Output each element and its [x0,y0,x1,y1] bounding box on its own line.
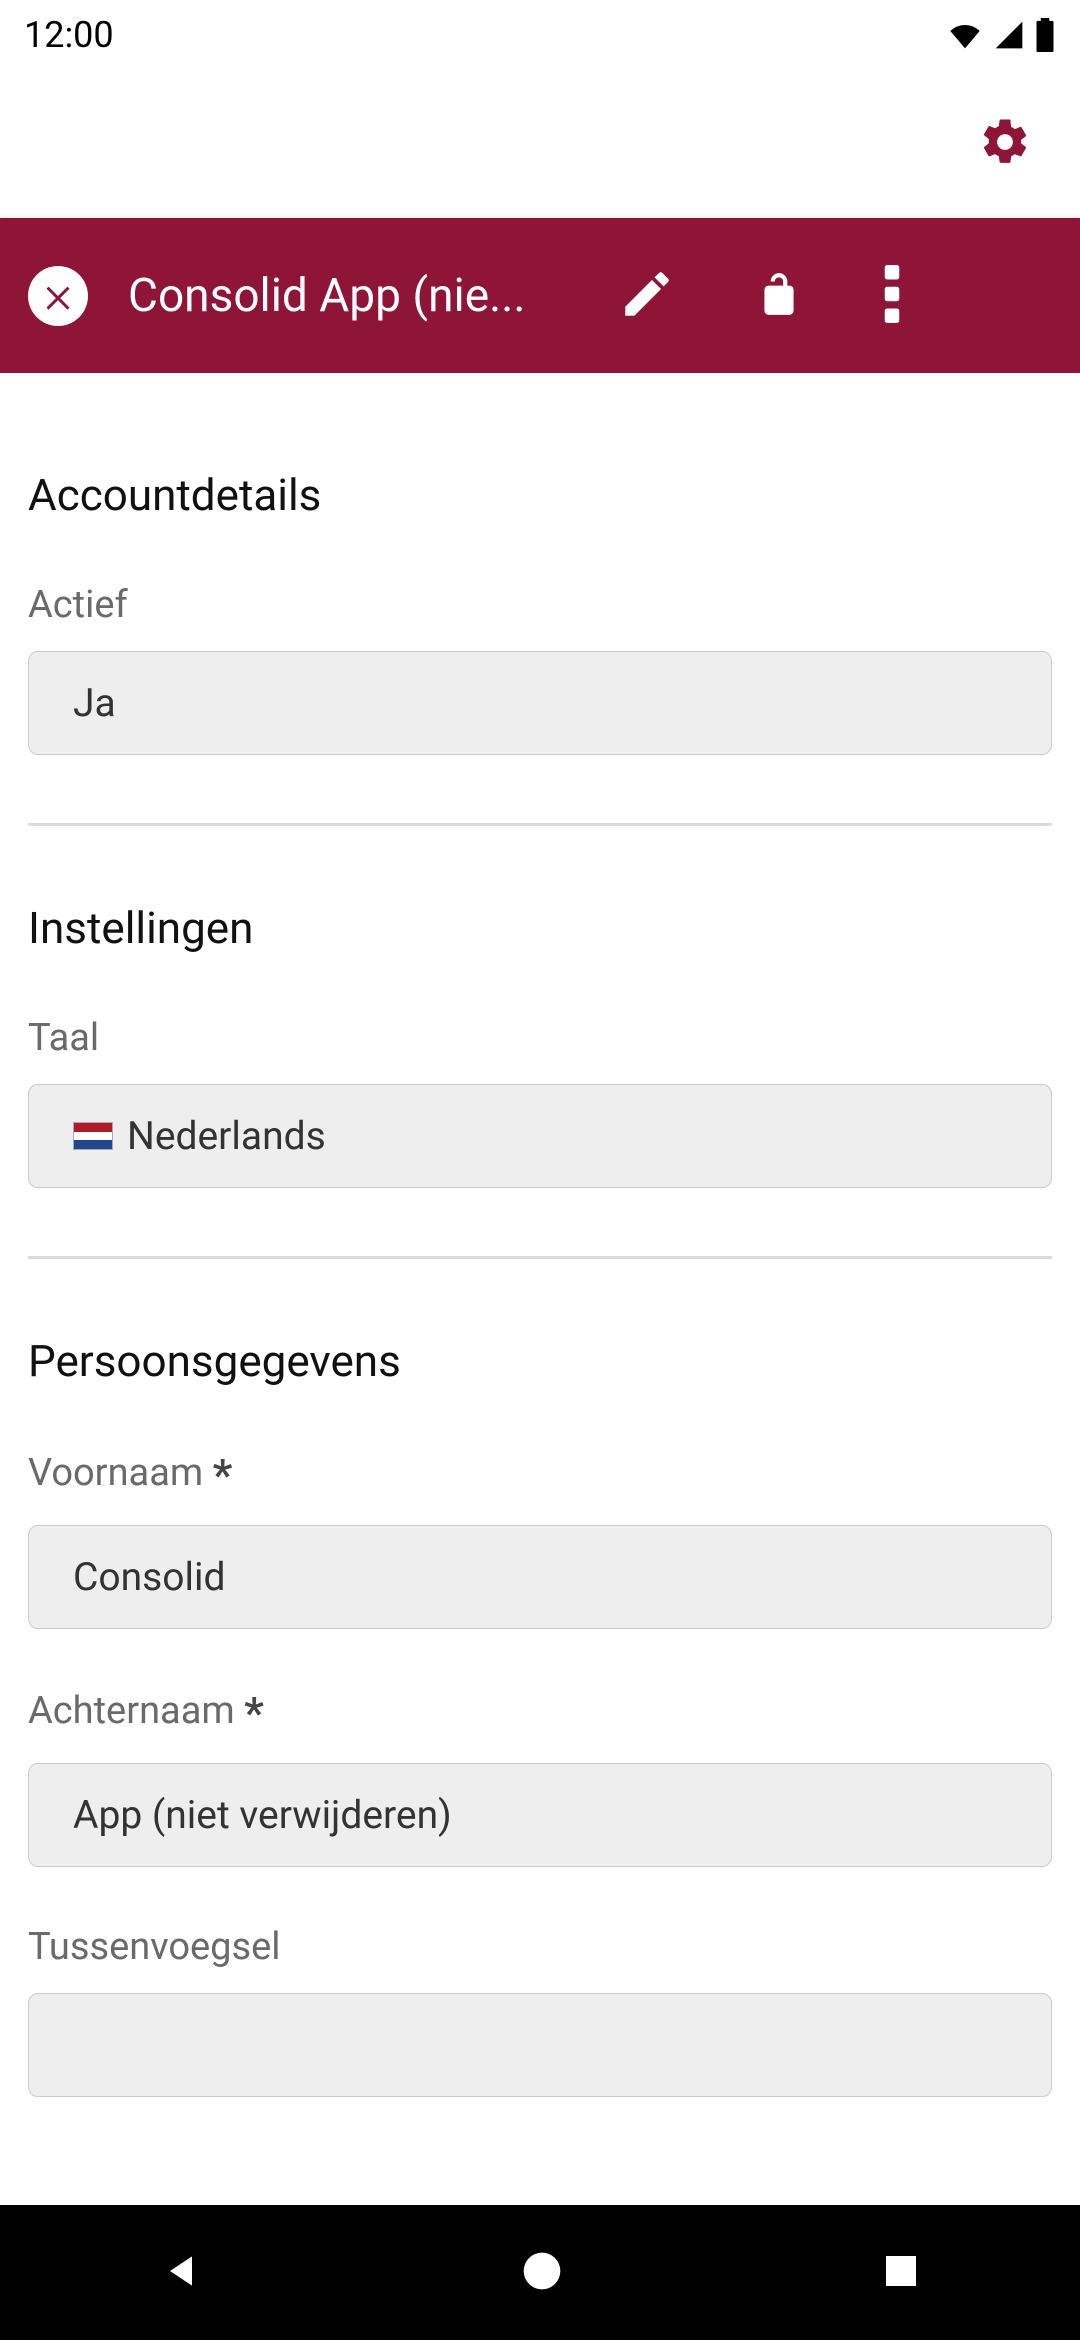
close-button[interactable] [28,266,88,326]
field-group-firstname: Voornaam * Consolid [28,1449,1052,1629]
more-vertical-icon [882,265,902,323]
divider [28,823,1052,826]
unlock-button[interactable] [754,264,804,328]
field-value: Consolid [73,1554,226,1600]
nav-recent-button[interactable] [881,2251,921,2295]
section-title-settings: Instellingen [28,902,1052,954]
secondary-toolbar [0,70,1080,218]
field-value: App (niet verwijderen) [73,1792,452,1838]
wifi-icon [946,19,984,51]
triangle-back-icon [159,2249,203,2293]
required-asterisk: * [213,1449,233,1501]
square-recent-icon [881,2251,921,2291]
field-label-language: Taal [28,1016,1052,1060]
field-firstname[interactable]: Consolid [28,1525,1052,1629]
edit-button[interactable] [618,265,676,327]
field-group-active: Actief Ja [28,583,1052,755]
app-bar: Consolid App (nie... [0,218,1080,373]
content-area[interactable]: Accountdetails Actief Ja Instellingen Ta… [0,373,1080,2205]
field-value: Ja [73,680,116,726]
status-time: 12:00 [24,14,114,56]
status-bar: 12:00 [0,0,1080,70]
field-label-infix: Tussenvoegsel [28,1925,1052,1969]
unlock-icon [754,264,804,324]
section-title-account: Accountdetails [28,469,1052,521]
section-title-personal: Persoonsgegevens [28,1335,1052,1387]
field-group-lastname: Achternaam * App (niet verwijderen) [28,1687,1052,1867]
field-group-infix: Tussenvoegsel [28,1925,1052,2097]
required-asterisk: * [244,1687,264,1739]
field-lastname[interactable]: App (niet verwijderen) [28,1763,1052,1867]
battery-icon [1034,18,1056,52]
field-language[interactable]: Nederlands [28,1084,1052,1188]
close-icon [40,278,76,314]
app-bar-actions [618,264,918,328]
field-label-lastname: Achternaam * [28,1687,1052,1739]
field-infix[interactable] [28,1993,1052,2097]
gear-icon[interactable] [978,115,1032,173]
field-active[interactable]: Ja [28,651,1052,755]
field-label-active: Actief [28,583,1052,627]
circle-home-icon [520,2249,564,2293]
field-value: Nederlands [127,1113,326,1159]
nav-back-button[interactable] [159,2249,203,2297]
divider [28,1256,1052,1259]
page-title: Consolid App (nie... [88,269,618,323]
signal-icon [992,19,1026,51]
nav-home-button[interactable] [520,2249,564,2297]
more-button[interactable] [882,265,902,327]
pencil-icon [618,265,676,323]
field-group-language: Taal Nederlands [28,1016,1052,1188]
system-nav-bar [0,2205,1080,2340]
status-icons [946,18,1056,52]
field-label-firstname: Voornaam * [28,1449,1052,1501]
flag-nl-icon [73,1122,113,1150]
